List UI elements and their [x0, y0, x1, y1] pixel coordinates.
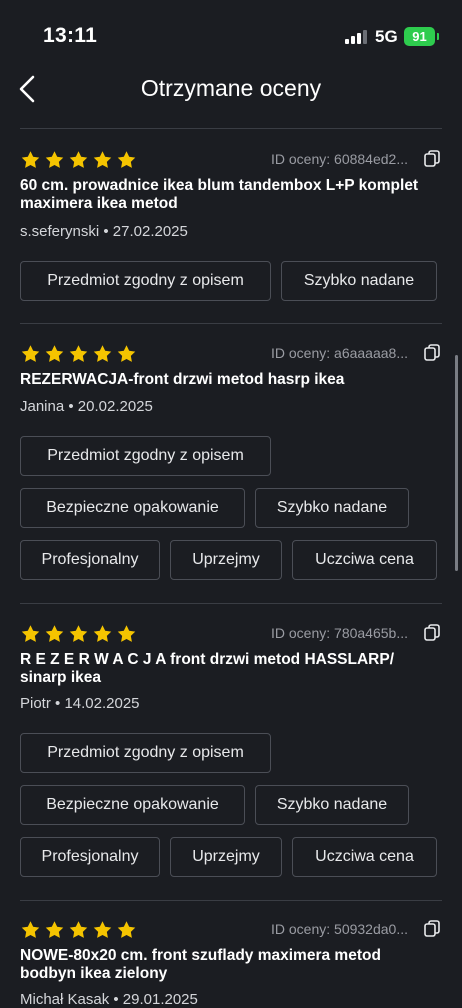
- star-icon: [117, 921, 136, 938]
- rating-stars: [20, 344, 137, 364]
- item-title[interactable]: REZERWACJA-front drzwi metod hasrp ikea: [20, 371, 440, 389]
- review-id: ID oceny: 50932da0...: [271, 921, 408, 937]
- item-title[interactable]: 60 cm. prowadnice ikea blum tandembox L+…: [20, 177, 440, 213]
- feedback-tag: Przedmiot zgodny z opisem: [20, 436, 271, 476]
- network-label: 5G: [375, 27, 398, 46]
- star-icon: [21, 151, 40, 168]
- star-icon: [69, 921, 88, 938]
- feedback-tag: Przedmiot zgodny z opisem: [20, 733, 271, 773]
- rating-stars: [20, 920, 137, 940]
- reviewer-name[interactable]: Piotr: [20, 695, 51, 712]
- review-meta: Janina • 20.02.2025: [20, 398, 153, 415]
- star-icon: [93, 921, 112, 938]
- copy-icon[interactable]: [424, 150, 440, 168]
- review-id: ID oceny: a6aaaaa8...: [271, 345, 408, 361]
- status-bar: 13:11 5G 91: [0, 0, 462, 70]
- copy-icon[interactable]: [424, 344, 440, 362]
- battery-level: 91: [412, 29, 427, 44]
- scrollbar[interactable]: [455, 355, 458, 571]
- feedback-tag: Szybko nadane: [281, 261, 437, 301]
- review-date: 27.02.2025: [112, 223, 188, 240]
- star-icon: [93, 625, 112, 642]
- copy-icon[interactable]: [424, 624, 440, 642]
- feedback-tag: Bezpieczne opakowanie: [20, 488, 245, 528]
- star-icon: [45, 151, 64, 168]
- review-date: 14.02.2025: [64, 695, 140, 712]
- star-icon: [93, 151, 112, 168]
- battery-icon: 91: [404, 27, 435, 46]
- review-meta: Piotr • 14.02.2025: [20, 695, 140, 712]
- star-icon: [45, 625, 64, 642]
- star-icon: [69, 151, 88, 168]
- feedback-tag: Uczciwa cena: [292, 837, 437, 877]
- review-divider: [20, 900, 442, 901]
- reviewer-name[interactable]: s.seferynski: [20, 223, 99, 240]
- feedback-tag: Szybko nadane: [255, 488, 409, 528]
- star-icon: [69, 345, 88, 362]
- page-title: Otrzymane oceny: [140, 75, 322, 101]
- review-card: ID oceny: 60884ed2... 60 cm. prowadnice …: [20, 150, 442, 310]
- page-header: Otrzymane oceny: [0, 65, 462, 113]
- review-id: ID oceny: 60884ed2...: [271, 151, 408, 167]
- review-divider: [20, 603, 442, 604]
- star-icon: [117, 151, 136, 168]
- feedback-tag: Uprzejmy: [170, 837, 282, 877]
- review-divider: [20, 323, 442, 324]
- feedback-tag: Profesjonalny: [20, 540, 160, 580]
- battery-tip: [437, 33, 439, 40]
- review-card: ID oceny: a6aaaaa8... REZERWACJA-front d…: [20, 344, 442, 584]
- copy-icon[interactable]: [424, 920, 440, 938]
- feedback-tag: Uczciwa cena: [292, 540, 437, 580]
- star-icon: [117, 345, 136, 362]
- review-card: ID oceny: 780a465b... R E Z E R W A C J …: [20, 624, 442, 884]
- star-icon: [21, 921, 40, 938]
- review-id: ID oceny: 780a465b...: [271, 625, 408, 641]
- star-icon: [45, 921, 64, 938]
- rating-stars: [20, 624, 137, 644]
- star-icon: [45, 345, 64, 362]
- review-card: ID oceny: 50932da0... NOWE-80x20 cm. fro…: [20, 920, 442, 1008]
- star-icon: [21, 625, 40, 642]
- signal-icon: [345, 30, 367, 44]
- rating-stars: [20, 150, 137, 170]
- star-icon: [117, 625, 136, 642]
- header-divider: [20, 128, 442, 129]
- star-icon: [93, 345, 112, 362]
- feedback-tag: Przedmiot zgodny z opisem: [20, 261, 271, 301]
- reviewer-name[interactable]: Janina: [20, 398, 64, 415]
- status-time: 13:11: [43, 24, 98, 47]
- feedback-tag: Bezpieczne opakowanie: [20, 785, 245, 825]
- review-date: 20.02.2025: [77, 398, 153, 415]
- star-icon: [21, 345, 40, 362]
- item-title[interactable]: NOWE-80x20 cm. front szuflady maximera m…: [20, 947, 440, 983]
- feedback-tag: Szybko nadane: [255, 785, 409, 825]
- feedback-tag: Profesjonalny: [20, 837, 160, 877]
- item-title[interactable]: R E Z E R W A C J A front drzwi metod HA…: [20, 651, 440, 687]
- feedback-tag: Uprzejmy: [170, 540, 282, 580]
- star-icon: [69, 625, 88, 642]
- review-meta: s.seferynski • 27.02.2025: [20, 223, 188, 240]
